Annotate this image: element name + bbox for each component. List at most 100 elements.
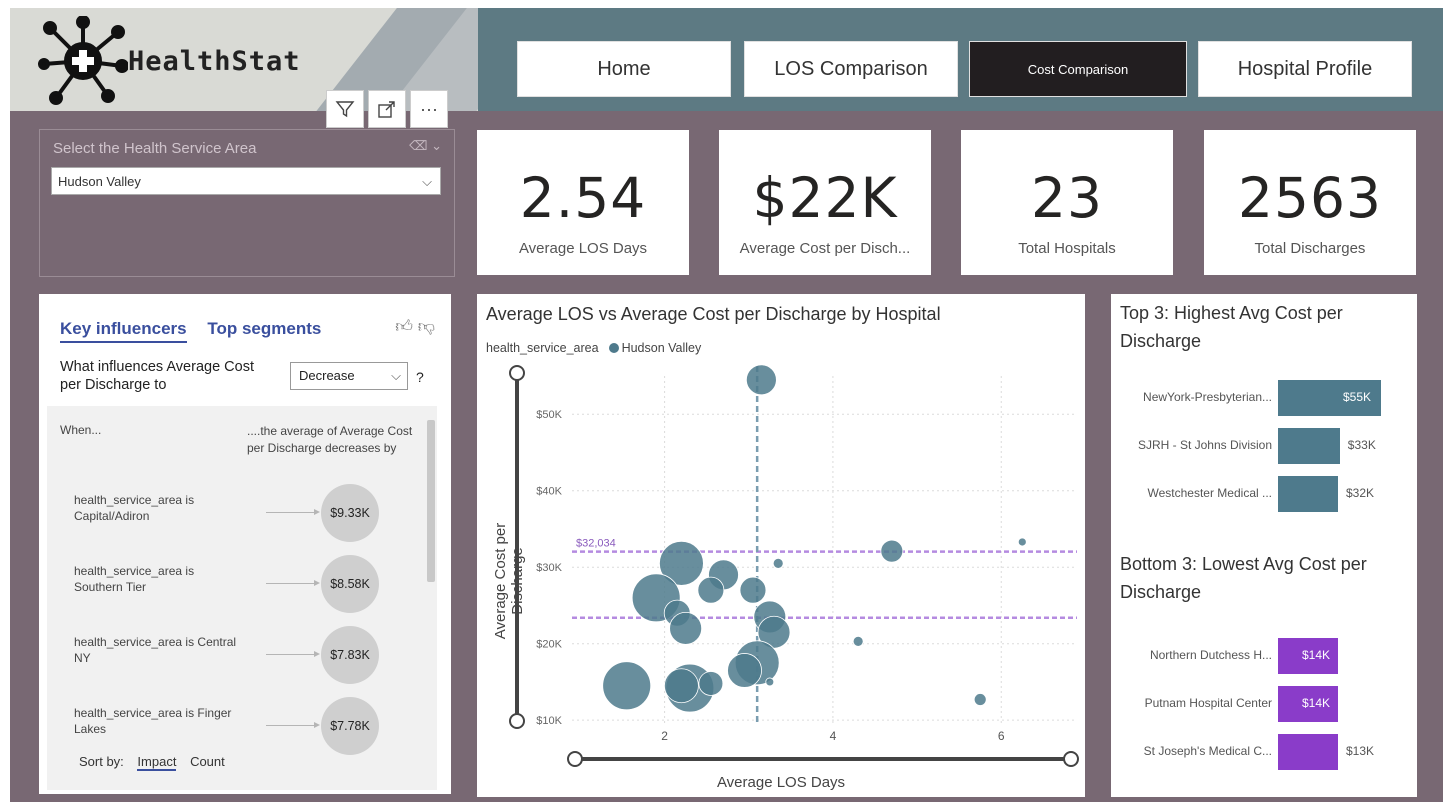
bar-category-label: Westchester Medical ... <box>1147 486 1273 500</box>
nav-home-button[interactable]: Home <box>517 41 731 97</box>
nav-los-comparison-button[interactable]: LOS Comparison <box>744 41 958 97</box>
chevron-down-icon: ⌵ <box>422 174 432 189</box>
direction-dropdown[interactable]: Decrease ⌵ <box>290 362 408 390</box>
reference-line-label: $32,034 <box>576 538 616 550</box>
direction-value: Decrease <box>299 368 355 383</box>
sort-label: Sort by: <box>79 754 124 769</box>
scatter-point <box>698 671 724 696</box>
thumbs-down-icon[interactable]: 👎︎ <box>418 317 435 336</box>
bar-row[interactable]: SJRH - St Johns Division $33K <box>1111 426 1417 466</box>
kpi-card-avg-cost: $22K Average Cost per Disch... <box>719 130 931 275</box>
y-tick-label: $30K <box>536 562 562 574</box>
top3-title: Top 3: Highest Avg Cost per Discharge <box>1120 303 1343 351</box>
nav-cost-comparison-button[interactable]: Cost Comparison <box>969 41 1187 97</box>
sort-count-button[interactable]: Count <box>190 754 225 769</box>
scatter-point <box>697 576 725 604</box>
molecule-cross-icon <box>38 16 128 105</box>
scatter-point <box>880 539 904 563</box>
chevron-down-icon: ⌵ <box>391 368 401 383</box>
scatter-point <box>739 576 767 604</box>
eraser-icon[interactable]: ⌫ ⌄ <box>409 138 442 154</box>
bar-row[interactable]: Westchester Medical ... $32K <box>1111 474 1417 514</box>
scatter-chart-visual: Average LOS vs Average Cost per Discharg… <box>477 294 1085 797</box>
filter-icon[interactable] <box>326 90 364 128</box>
kpi-value: 2563 <box>1238 166 1382 230</box>
y-zoom-handle-bottom <box>509 713 525 729</box>
y-tick-label: $50K <box>536 409 562 421</box>
scatter-point <box>852 635 864 647</box>
influencer-bubble: $9.33K <box>321 484 379 542</box>
health-service-area-dropdown[interactable]: Hudson Valley ⌵ <box>51 167 441 195</box>
kpi-label: Average Cost per Disch... <box>739 240 911 257</box>
kpi-value: 2.54 <box>519 166 647 230</box>
average-header: ....the average of Average Cost per Disc… <box>247 424 413 455</box>
when-header: When... <box>60 423 102 437</box>
influencer-text: health_service_area is Finger Lakes <box>74 706 232 736</box>
influencer-row[interactable]: health_service_area is Southern Tier $8.… <box>71 553 431 613</box>
scatter-point <box>973 693 987 706</box>
scatter-point <box>664 668 699 704</box>
scatter-point <box>765 677 775 687</box>
dropdown-value: Hudson Valley <box>58 174 141 189</box>
top-bottom-bars-visual: Top 3: Highest Avg Cost per Discharge Bo… <box>1111 294 1417 797</box>
bar-data-label: $14K <box>1302 696 1331 710</box>
influencer-bubble: $7.83K <box>321 626 379 684</box>
scatter-point <box>745 364 777 396</box>
bar-row[interactable]: NewYork-Presbyterian... $55K <box>1111 378 1417 418</box>
app-title: HealthStat <box>128 46 301 77</box>
sort-controls: Sort by: Impact Count <box>79 754 235 771</box>
y-tick-label: $20K <box>536 639 562 651</box>
bar-mark[interactable] <box>1278 734 1338 770</box>
bar-mark[interactable] <box>1278 428 1340 464</box>
bar-row[interactable]: Putnam Hospital Center $14K <box>1111 684 1417 724</box>
influencer-row[interactable]: health_service_area is Capital/Adiron $9… <box>71 482 431 542</box>
scatter-point <box>1017 537 1027 547</box>
nav-hospital-profile-button[interactable]: Hospital Profile <box>1198 41 1412 97</box>
influencer-bubble: $7.78K <box>321 697 379 755</box>
more-options-icon[interactable]: ··· <box>410 90 448 128</box>
bar-data-label: $55K <box>1343 390 1372 404</box>
scatter-point <box>669 611 703 645</box>
bottom3-title: Bottom 3: Lowest Avg Cost per Discharge <box>1120 554 1367 602</box>
help-icon[interactable]: ? <box>416 369 424 385</box>
bar-category-label: NewYork-Presbyterian... <box>1143 390 1272 404</box>
x-tick-label: 4 <box>830 729 837 743</box>
thumbs-up-icon[interactable]: 👍︎ <box>395 317 413 336</box>
influencer-text: health_service_area is Southern Tier <box>74 564 195 594</box>
report-canvas: HealthStat ··· Home LOS Comparison Cost … <box>10 8 1443 802</box>
bar-category-label: Putnam Hospital Center <box>1144 696 1272 710</box>
bar-category-label: SJRH - St Johns Division <box>1137 438 1272 452</box>
kpi-label: Total Discharges <box>1254 240 1366 257</box>
y-tick-label: $10K <box>536 715 562 727</box>
kpi-card-avg-los: 2.54 Average LOS Days <box>477 130 689 275</box>
tab-key-influencers[interactable]: Key influencers <box>60 319 187 343</box>
focus-mode-icon[interactable] <box>368 90 406 128</box>
slicer-title: Select the Health Service Area <box>53 140 257 157</box>
bar-mark[interactable] <box>1278 476 1338 512</box>
influencer-bubble: $8.58K <box>321 555 379 613</box>
influencer-text: health_service_area is Capital/Adiron <box>74 493 195 523</box>
key-influencers-visual: Key influencers Top segments 👍︎ 👎︎ What … <box>39 294 451 794</box>
tab-top-segments[interactable]: Top segments <box>207 319 321 338</box>
bar-row[interactable]: St Joseph's Medical C... $13K <box>1111 732 1417 772</box>
scatter-point <box>772 557 784 569</box>
bar-row[interactable]: Northern Dutchess H... $14K <box>1111 636 1417 676</box>
influencer-row[interactable]: health_service_area is Central NY $7.83K <box>71 624 431 684</box>
influencer-tabs: Key influencers Top segments <box>60 319 337 343</box>
influencer-question: What influences Average Cost per Dischar… <box>60 359 254 393</box>
influencer-list: When... ....the average of Average Cost … <box>47 406 437 790</box>
scatter-plot: $10K $20K $30K $40K $50K 2 4 6 $32,034 <box>509 364 1079 767</box>
influencer-text: health_service_area is Central NY <box>74 635 237 665</box>
bar-category-label: Northern Dutchess H... <box>1149 648 1272 662</box>
bar-data-label: $32K <box>1346 486 1375 500</box>
bar-category-label: St Joseph's Medical C... <box>1143 744 1272 758</box>
x-tick-label: 2 <box>661 729 668 743</box>
bar-data-label: $13K <box>1346 744 1375 758</box>
kpi-card-total-hospitals: 23 Total Hospitals <box>961 130 1173 275</box>
kpi-card-total-discharges: 2563 Total Discharges <box>1204 130 1416 275</box>
scatter-point <box>727 653 762 688</box>
sort-impact-button[interactable]: Impact <box>137 754 177 771</box>
y-tick-label: $40K <box>536 486 562 498</box>
kpi-label: Total Hospitals <box>1018 240 1116 257</box>
influencer-row[interactable]: health_service_area is Finger Lakes $7.7… <box>71 695 431 755</box>
